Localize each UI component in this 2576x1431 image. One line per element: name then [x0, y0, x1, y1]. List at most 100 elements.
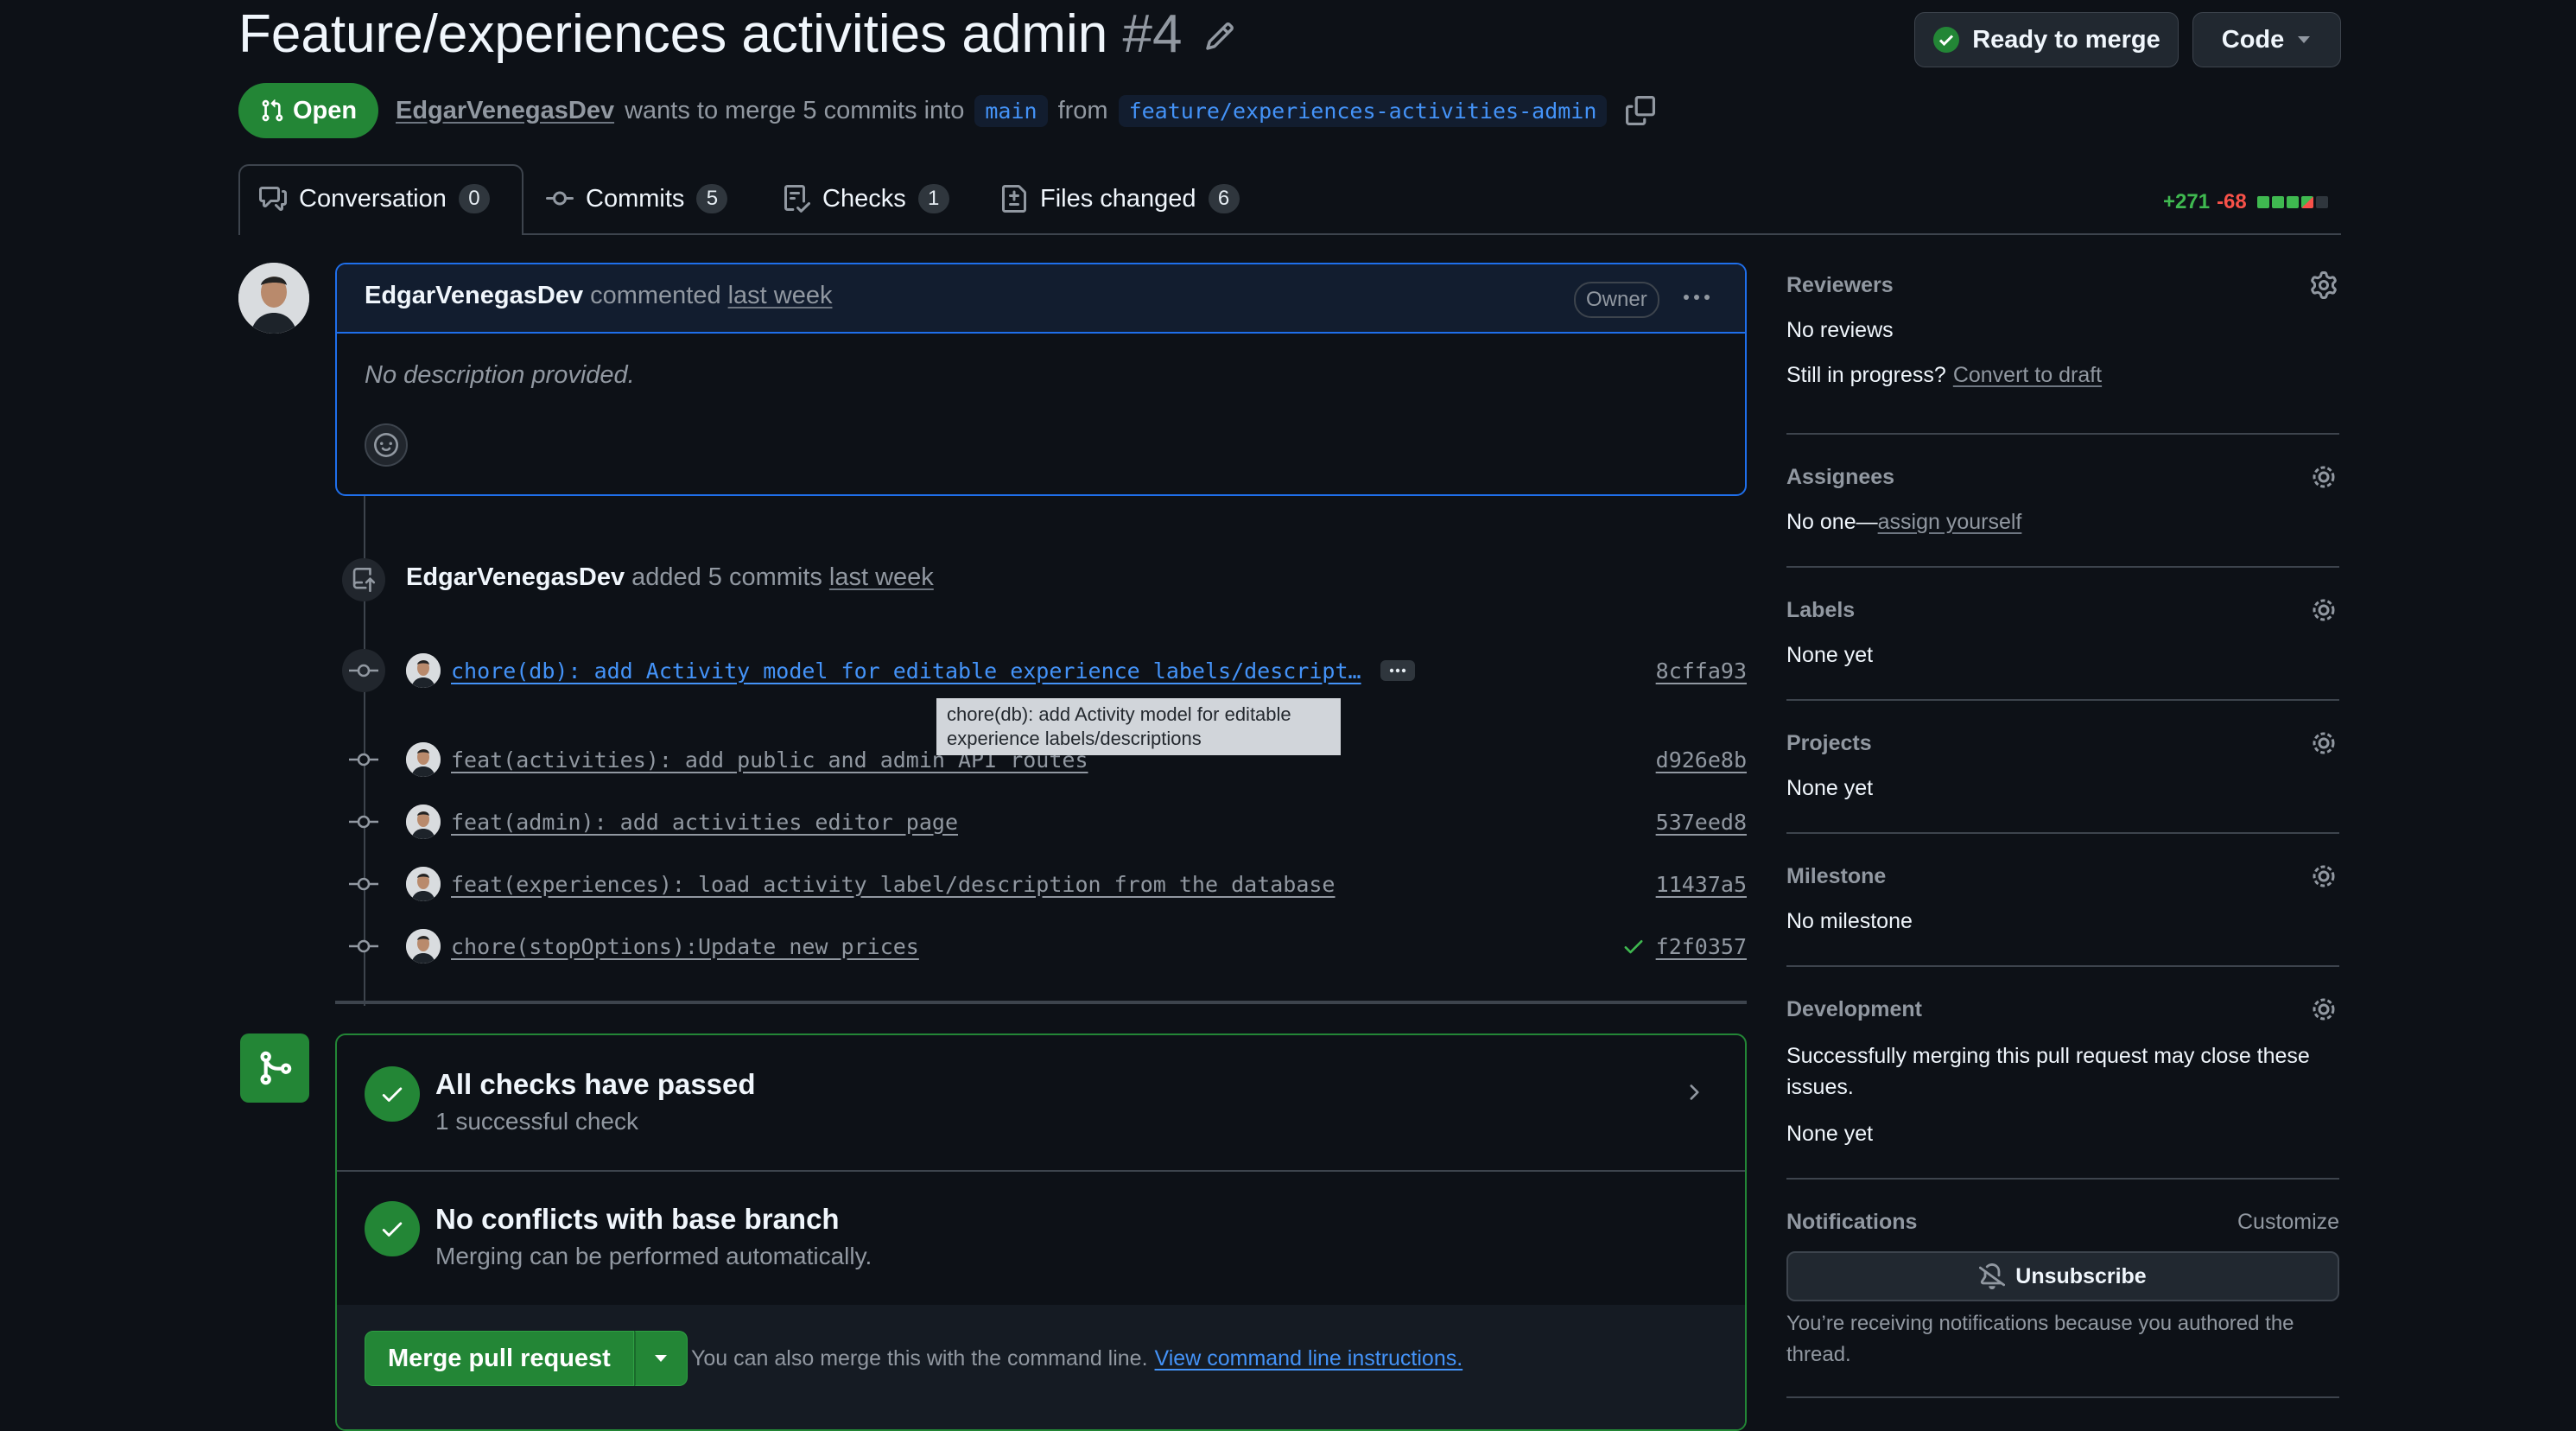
diffstat-bar	[2256, 196, 2328, 208]
tab-counter: 1	[917, 184, 949, 213]
gear-icon[interactable]	[2310, 729, 2338, 757]
commits-event-text: added 5 commits	[631, 563, 822, 591]
commits-event-author[interactable]: EdgarVenegasDev	[406, 563, 625, 592]
unsubscribe-button[interactable]: Unsubscribe	[1786, 1251, 2339, 1301]
tab-counter: 5	[696, 184, 728, 213]
commit-sha[interactable]: 537eed8	[1656, 810, 1747, 835]
draft-prompt: Still in progress? Convert to draft	[1786, 363, 2102, 388]
pr-state-badge: Open	[238, 83, 378, 138]
check-circle-icon	[365, 1066, 420, 1122]
timeline-divider	[335, 1001, 1747, 1004]
convert-to-draft-link[interactable]: Convert to draft	[1953, 363, 2102, 388]
git-commit-icon	[349, 814, 378, 830]
commit-row[interactable]: feat(admin): add activities editor page …	[349, 805, 1747, 839]
tab-commits[interactable]: Commits 5	[546, 164, 728, 233]
commit-sha[interactable]: 8cffa93	[1656, 658, 1747, 684]
comment-author[interactable]: EdgarVenegasDev	[365, 282, 583, 310]
commit-sha[interactable]: d926e8b	[1656, 747, 1747, 773]
author-link[interactable]: EdgarVenegasDev	[396, 97, 614, 125]
comment-time[interactable]: last week	[728, 282, 833, 310]
expand-commit-button[interactable]	[1380, 660, 1415, 681]
commit-message[interactable]: chore(db): add Activity model for editab…	[451, 658, 1361, 684]
tab-conversation-content[interactable]: Conversation 0	[259, 164, 490, 233]
tab-files-changed[interactable]: Files changed 6	[1000, 164, 1240, 233]
milestone-value: No milestone	[1786, 909, 1913, 933]
file-diff-icon	[1000, 185, 1028, 213]
cli-instructions-link[interactable]: View command line instructions.	[1155, 1346, 1463, 1371]
commit-message[interactable]: feat(admin): add activities editor page	[451, 810, 958, 835]
commit-message[interactable]: feat(experiences): load activity label/d…	[451, 872, 1336, 897]
sidebar-divider	[1786, 1396, 2339, 1398]
merge-pull-request-button[interactable]: Merge pull request	[365, 1331, 634, 1386]
base-branch[interactable]: main	[974, 94, 1048, 127]
git-merge-icon	[240, 1034, 309, 1103]
commit-message[interactable]: chore(stopOptions):Update new prices	[451, 934, 919, 959]
edit-title-icon[interactable]	[1204, 21, 1235, 52]
conflicts-title: No conflicts with base branch	[435, 1203, 840, 1235]
owner-badge: Owner	[1574, 282, 1659, 318]
tab-label: Commits	[586, 184, 685, 213]
bell-slash-icon	[1979, 1263, 2006, 1289]
milestone-heading[interactable]: Milestone	[1786, 864, 1886, 889]
author-avatar[interactable]	[238, 263, 309, 334]
ready-to-merge-button[interactable]: Ready to merge	[1914, 12, 2179, 67]
commit-avatar[interactable]	[406, 929, 441, 964]
meta-from: from	[1057, 96, 1108, 124]
merge-options-dropdown[interactable]	[633, 1331, 688, 1386]
customize-notifications-link[interactable]: Customize	[2237, 1210, 2339, 1235]
cli-text: You can also merge this with the command…	[691, 1346, 1148, 1371]
projects-heading[interactable]: Projects	[1786, 731, 1872, 756]
assign-yourself-link[interactable]: assign yourself	[1878, 510, 2022, 535]
checks-subtitle: 1 successful check	[435, 1108, 638, 1135]
sidebar-divider	[1786, 832, 2339, 834]
chevron-right-icon[interactable]	[1681, 1080, 1705, 1104]
code-button[interactable]: Code	[2192, 12, 2341, 67]
commit-row[interactable]: chore(db): add Activity model for editab…	[349, 653, 1747, 688]
check-circle-icon	[1932, 26, 1960, 54]
pr-title-text: Feature/experiences activities admin	[238, 4, 1108, 64]
reviewers-heading[interactable]: Reviewers	[1786, 273, 1894, 298]
checklist-icon	[783, 185, 810, 213]
commit-avatar[interactable]	[406, 742, 441, 777]
commits-event-time[interactable]: last week	[829, 563, 934, 592]
checks-section[interactable]: All checks have passed 1 successful chec…	[337, 1035, 1745, 1172]
add-reaction-button[interactable]	[365, 423, 408, 467]
commit-avatar[interactable]	[406, 867, 441, 901]
gear-icon[interactable]	[2310, 995, 2338, 1023]
gear-icon[interactable]	[2310, 463, 2338, 491]
commits-event: EdgarVenegasDev added 5 commits last wee…	[406, 563, 934, 592]
tab-checks[interactable]: Checks 1	[783, 164, 949, 233]
diffstat-removed: -68	[2217, 190, 2247, 213]
comment-verb: commented	[590, 282, 721, 309]
assignees-heading[interactable]: Assignees	[1786, 465, 1894, 490]
tabs-divider	[238, 233, 2341, 235]
commit-row[interactable]: chore(stopOptions):Update new prices f2f…	[349, 929, 1747, 964]
check-circle-icon	[365, 1201, 420, 1256]
ready-to-merge-label: Ready to merge	[1972, 25, 2160, 54]
unsubscribe-label: Unsubscribe	[2015, 1263, 2147, 1288]
development-heading[interactable]: Development	[1786, 997, 1922, 1022]
commit-row[interactable]: feat(experiences): load activity label/d…	[349, 867, 1747, 901]
kebab-horizontal-icon[interactable]	[1681, 283, 1712, 311]
pr-meta: EdgarVenegasDev wants to merge 5 commits…	[396, 88, 1656, 133]
copy-icon[interactable]	[1626, 96, 1656, 125]
smiley-icon	[374, 433, 398, 457]
commit-avatar[interactable]	[406, 653, 441, 688]
labels-value: None yet	[1786, 643, 1874, 667]
gear-icon[interactable]	[2310, 596, 2338, 624]
gear-icon[interactable]	[2310, 271, 2338, 299]
caret-down-icon	[2296, 35, 2312, 45]
commit-avatar[interactable]	[406, 805, 441, 839]
commit-sha[interactable]: f2f0357	[1656, 934, 1747, 959]
assignees-value: No one— assign yourself	[1786, 510, 2021, 535]
pr-number: #4	[1122, 4, 1183, 64]
gear-icon[interactable]	[2310, 862, 2338, 890]
assignees-none: No one—	[1786, 510, 1878, 534]
tab-counter: 6	[1208, 184, 1240, 213]
commit-sha[interactable]: 11437a5	[1656, 872, 1747, 897]
head-branch[interactable]: feature/experiences-activities-admin	[1118, 94, 1608, 127]
git-commit-icon	[349, 876, 378, 892]
meta-text: wants to merge 5 commits into	[625, 96, 965, 124]
check-icon[interactable]	[1621, 934, 1646, 958]
labels-heading[interactable]: Labels	[1786, 598, 1855, 623]
